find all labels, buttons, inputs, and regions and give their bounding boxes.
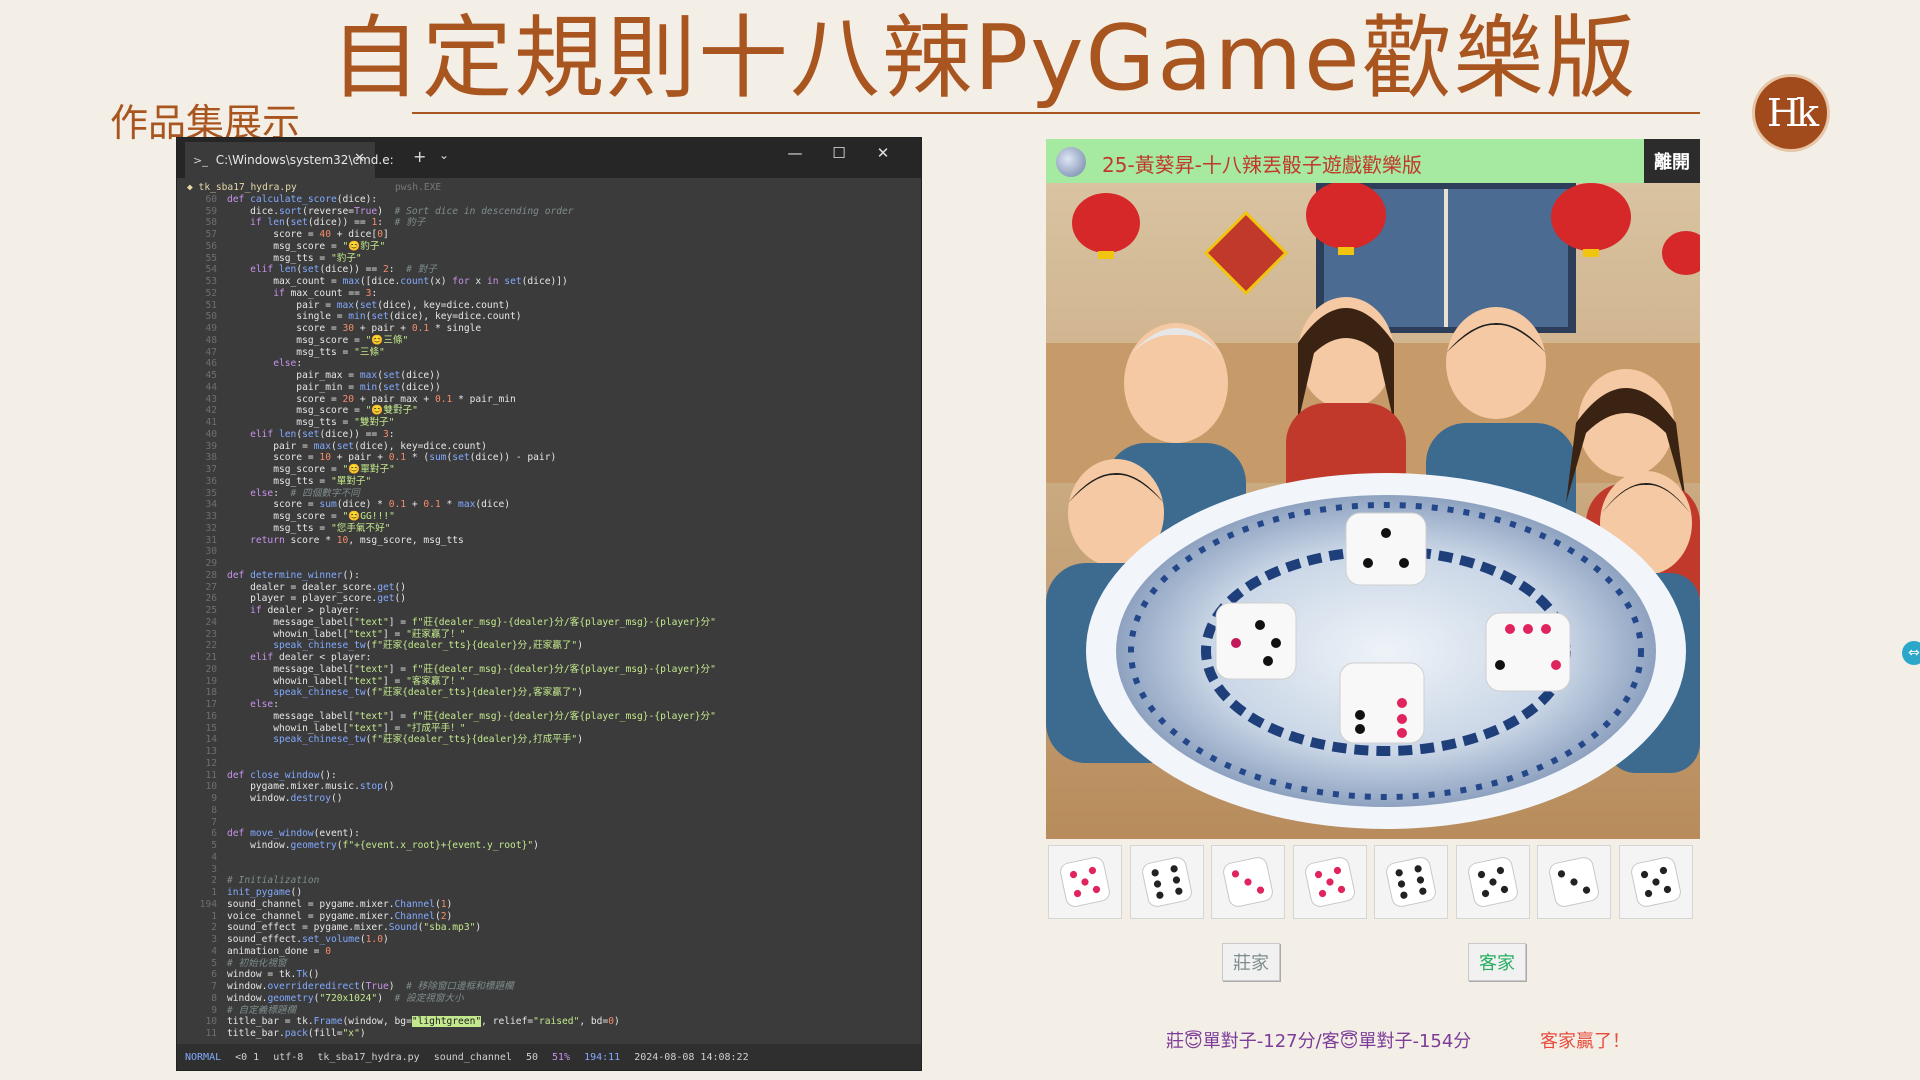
dealer-button-label: 莊家 <box>1233 953 1269 974</box>
terminal-window: >_ C:\Windows\system32\cmd.e: ✕ + ⌄ — ☐ … <box>177 138 921 1070</box>
player-button[interactable]: 客家 <box>1468 943 1526 981</box>
editor-filename: ◆ tk_sba17_hydra.py <box>187 182 297 193</box>
score-message: 莊😇單對子-127分/客😇單對子-154分 <box>1166 1031 1472 1052</box>
minimize-button[interactable]: — <box>775 144 815 162</box>
die-result <box>1537 845 1611 919</box>
terminal-tab-bar: >_ C:\Windows\system32\cmd.e: ✕ + ⌄ — ☐ … <box>177 138 921 178</box>
die-face <box>1386 857 1436 907</box>
die-result <box>1211 845 1285 919</box>
app-icon <box>1056 147 1086 177</box>
family-dice-party-illustration <box>1046 183 1700 839</box>
terminal-tab[interactable]: >_ C:\Windows\system32\cmd.e: ✕ <box>185 142 394 178</box>
game-window: 25-黃葵昇-十八辣丟骰子遊戲歡樂版 離開 莊家 客家 莊😇單對子-127分/客… <box>1046 139 1700 1075</box>
die-icon <box>1630 857 1681 907</box>
game-window-title: 25-黃葵昇-十八辣丟骰子遊戲歡樂版 <box>1102 153 1422 177</box>
die-icon <box>1223 857 1273 907</box>
leave-button[interactable]: 離開 <box>1644 139 1700 183</box>
player-button-label: 客家 <box>1479 953 1515 974</box>
dealer-button[interactable]: 莊家 <box>1222 943 1280 981</box>
die-face <box>1141 857 1192 907</box>
terminal-icon: >_ <box>193 153 208 167</box>
die-icon <box>1141 857 1192 907</box>
die-result <box>1455 845 1530 919</box>
hk-logo: Hk <box>1752 74 1830 152</box>
slide-title: 自定規則十八辣PyGame歡樂版 <box>330 6 1638 111</box>
maximize-button[interactable]: ☐ <box>819 144 859 162</box>
chevron-down-icon[interactable]: ⌄ <box>439 148 449 162</box>
winner-message: 客家贏了！ <box>1540 1031 1630 1052</box>
die-result <box>1618 845 1693 919</box>
status-mark: <0 1 <box>235 1051 260 1063</box>
die-result <box>1292 845 1367 919</box>
die-result <box>1129 845 1204 919</box>
status-encoding: utf-8 <box>273 1051 304 1063</box>
tab-close-icon[interactable]: ✕ <box>354 151 365 166</box>
terminal-tab-title: C:\Windows\system32\cmd.e: <box>215 153 394 167</box>
status-percent: 51% <box>552 1051 571 1063</box>
die-icon <box>1467 857 1518 907</box>
status-mode: NORMAL <box>185 1051 222 1063</box>
editor-statusline: NORMAL <0 1 utf-8 tk_sba17_hydra.py soun… <box>177 1044 921 1070</box>
plus-icon[interactable]: + <box>413 147 426 166</box>
status-position: 194:11 <box>584 1051 621 1063</box>
editor-shell-name: pwsh.EXE <box>394 182 442 193</box>
editor-file-header: ◆ tk_sba17_hydra.py pwsh.EXE <box>177 182 921 194</box>
status-count: 50 <box>525 1051 539 1063</box>
close-button[interactable]: ✕ <box>863 144 903 162</box>
game-title-bar[interactable]: 25-黃葵昇-十八辣丟骰子遊戲歡樂版 離開 <box>1046 139 1700 183</box>
status-datetime: 2024-08-08 14:08:22 <box>634 1051 749 1063</box>
die-result <box>1048 845 1122 919</box>
status-file: tk_sba17_hydra.py <box>317 1051 420 1063</box>
status-symbol: sound_channel <box>433 1051 512 1063</box>
code-editor[interactable]: ◆ tk_sba17_hydra.py pwsh.EXE 60 def calcu… <box>177 178 921 1044</box>
title-divider <box>412 112 1700 114</box>
die-icon <box>1304 857 1355 907</box>
arrows-horizontal-icon[interactable]: ⇔ <box>1902 641 1920 665</box>
die-icon <box>1060 857 1110 907</box>
die-result <box>1374 845 1448 919</box>
die-icon <box>1386 857 1436 907</box>
dice-results-row <box>1048 845 1700 921</box>
die-icon <box>1549 857 1599 907</box>
